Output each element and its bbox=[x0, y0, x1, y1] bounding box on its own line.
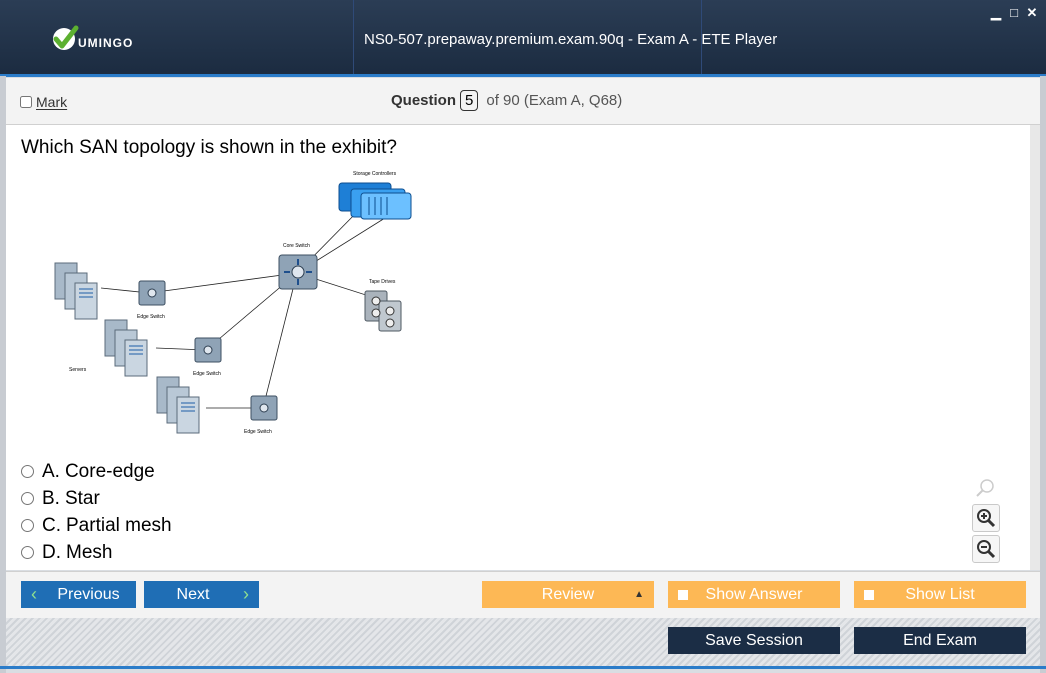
answer-radio[interactable] bbox=[21, 465, 34, 478]
question-number-input[interactable]: 5 bbox=[460, 90, 479, 111]
answer-list: A. Core-edge B. Star C. Partial mesh D. … bbox=[21, 458, 172, 566]
chevron-left-icon: ‹ bbox=[31, 584, 37, 604]
mark-label: Mark bbox=[36, 94, 68, 110]
question-total: of 90 (Exam A, Q68) bbox=[486, 92, 623, 109]
edge-switch-2-icon bbox=[194, 337, 222, 363]
save-session-label: Save Session bbox=[705, 631, 803, 649]
answer-radio[interactable] bbox=[21, 492, 34, 505]
window-controls: ▁ □ ✕ bbox=[990, 5, 1038, 21]
exhibit-label-edge-1: Edge Switch bbox=[137, 314, 165, 320]
show-answer-checkbox[interactable] bbox=[678, 589, 688, 600]
answer-option-b[interactable]: B. Star bbox=[21, 485, 172, 512]
review-button[interactable]: Review ▲ bbox=[482, 581, 654, 608]
show-list-button[interactable]: Show List bbox=[854, 581, 1026, 608]
question-bar: Mark Question 5 of 90 (Exam A, Q68) bbox=[6, 78, 1040, 125]
answer-radio[interactable] bbox=[21, 519, 34, 532]
answer-text: Mesh bbox=[66, 541, 113, 563]
edge-switch-3-icon bbox=[250, 395, 278, 421]
mark-checkbox[interactable]: Mark bbox=[20, 94, 67, 110]
end-exam-button[interactable]: End Exam bbox=[854, 627, 1026, 654]
core-switch-icon bbox=[278, 254, 318, 290]
exhibit-label-core: Core Switch bbox=[283, 243, 310, 249]
zoom-controls bbox=[972, 475, 1000, 566]
mark-checkbox-input[interactable] bbox=[20, 96, 32, 108]
zoom-out-icon[interactable] bbox=[972, 535, 1000, 563]
logo-check-icon bbox=[53, 25, 79, 50]
answer-text: Partial mesh bbox=[66, 514, 172, 536]
next-label: Next bbox=[176, 585, 210, 603]
exhibit-label-tape: Tape Drives bbox=[369, 279, 396, 285]
show-list-label: Show List bbox=[905, 585, 975, 603]
server-group-2-icon bbox=[104, 319, 148, 377]
zoom-in-icon[interactable] bbox=[972, 504, 1000, 532]
exhibit-links bbox=[100, 207, 394, 409]
answer-text: Core-edge bbox=[64, 460, 155, 482]
question-panel: Which SAN topology is shown in the exhib… bbox=[6, 125, 1040, 570]
triangle-up-icon: ▲ bbox=[634, 589, 644, 600]
review-label: Review bbox=[541, 585, 595, 603]
minimize-icon[interactable]: ▁ bbox=[990, 5, 1002, 21]
show-list-checkbox[interactable] bbox=[864, 589, 874, 600]
exhibit-label-edge-2: Edge Switch bbox=[193, 371, 221, 377]
answer-letter: B. bbox=[42, 487, 60, 509]
exhibit-label-edge-3: Edge Switch bbox=[244, 429, 272, 435]
question-label: Question bbox=[391, 92, 457, 109]
server-group-1-icon bbox=[54, 262, 98, 320]
show-answer-button[interactable]: Show Answer bbox=[668, 581, 840, 608]
edge-switch-1-icon bbox=[138, 280, 166, 306]
exhibit-label-storage: Storage Controllers bbox=[353, 171, 397, 177]
bottom-accent-line bbox=[0, 666, 1046, 669]
title-bar: UMINGO NS0-507.prepaway.premium.exam.90q… bbox=[0, 0, 1046, 77]
logo-text: UMINGO bbox=[78, 36, 134, 50]
answer-option-a[interactable]: A. Core-edge bbox=[21, 458, 172, 485]
content-scrollbar[interactable] bbox=[1030, 125, 1040, 570]
question-counter: Question 5 of 90 (Exam A, Q68) bbox=[391, 90, 622, 111]
maximize-icon[interactable]: □ bbox=[1008, 5, 1020, 21]
question-text: Which SAN topology is shown in the exhib… bbox=[21, 137, 397, 158]
window-frame-right bbox=[1040, 76, 1046, 673]
footer-bar: Save Session End Exam bbox=[6, 618, 1040, 666]
answer-letter: A. bbox=[42, 460, 60, 482]
exhibit-diagram: Storage Controllers Core Switch Tape Dri… bbox=[54, 171, 412, 435]
server-group-3-icon bbox=[156, 376, 200, 434]
storage-controllers-icon bbox=[338, 182, 412, 220]
title-separator bbox=[353, 0, 354, 74]
chevron-right-icon: › bbox=[243, 584, 249, 604]
window-title: NS0-507.prepaway.premium.exam.90q - Exam… bbox=[364, 31, 778, 48]
title-accent-line bbox=[0, 74, 1046, 77]
previous-button[interactable]: ‹ Previous bbox=[21, 581, 136, 608]
end-exam-label: End Exam bbox=[903, 631, 977, 649]
answer-letter: D. bbox=[42, 541, 61, 563]
close-icon[interactable]: ✕ bbox=[1026, 5, 1038, 21]
previous-label: Previous bbox=[57, 585, 120, 603]
show-answer-label: Show Answer bbox=[705, 585, 803, 603]
navigation-bar: ‹ Previous Next › Review ▲ Show Answer S… bbox=[6, 571, 1040, 618]
answer-radio[interactable] bbox=[21, 546, 34, 559]
exhibit-label-servers: Servers bbox=[69, 367, 87, 373]
answer-letter: C. bbox=[42, 514, 61, 536]
search-icon[interactable] bbox=[972, 475, 998, 501]
app-logo: UMINGO bbox=[50, 24, 133, 54]
save-session-button[interactable]: Save Session bbox=[668, 627, 840, 654]
tape-drives-icon bbox=[364, 290, 402, 332]
answer-text: Star bbox=[64, 487, 100, 509]
next-button[interactable]: Next › bbox=[144, 581, 259, 608]
answer-option-d[interactable]: D. Mesh bbox=[21, 539, 172, 566]
answer-option-c[interactable]: C. Partial mesh bbox=[21, 512, 172, 539]
